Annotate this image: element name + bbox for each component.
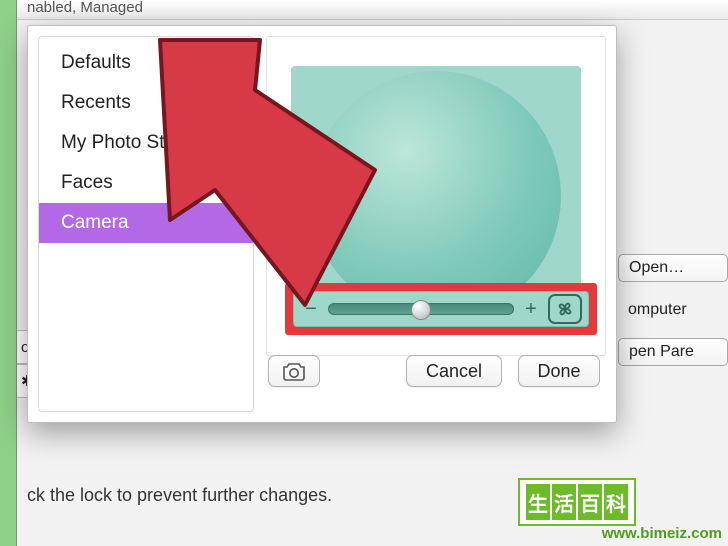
watermark-char: 科 [604,484,628,520]
pinwheel-icon [554,298,576,320]
sidebar-item-recents[interactable]: Recents [39,83,253,123]
done-button[interactable]: Done [518,355,600,387]
open-button[interactable]: Open… [618,254,728,282]
sidebar-item-photostream[interactable]: My Photo Strea [39,123,253,163]
zoom-slider-thumb[interactable] [411,300,431,320]
sidebar-item-camera[interactable]: Camera [39,203,253,243]
zoom-slider[interactable] [328,303,514,315]
watermark-url: www.bimeiz.com [602,525,722,542]
sidebar-item-defaults[interactable]: Defaults [39,43,253,83]
take-photo-button[interactable] [268,355,320,387]
zoom-out-button[interactable]: − [300,298,322,320]
sidebar-item-faces[interactable]: Faces [39,163,253,203]
cancel-button[interactable]: Cancel [406,355,502,387]
camera-icon [281,361,307,381]
effects-button[interactable] [548,294,582,324]
bg-text-computer: omputer [618,296,728,324]
watermark-char: 百 [578,484,602,520]
watermark-char: 生 [526,484,550,520]
bg-header-text: nabled, Managed [17,0,728,20]
source-sidebar: Defaults Recents My Photo Strea Faces Ca… [38,36,254,412]
watermark-char: 活 [552,484,576,520]
lock-message: ck the lock to prevent further changes. [27,485,332,506]
open-parent-button[interactable]: pen Pare [618,338,728,366]
zoom-in-button[interactable]: + [520,298,542,320]
watermark: 生 活 百 科 www.bimeiz.com [518,470,728,546]
